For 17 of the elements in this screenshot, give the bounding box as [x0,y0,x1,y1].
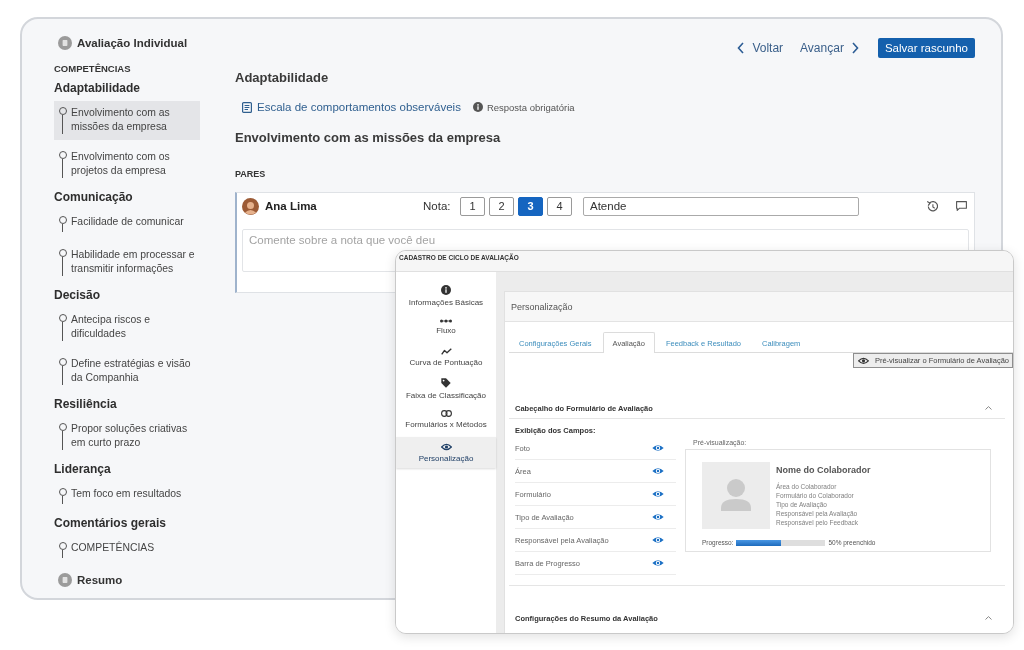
group-title: Comunicação [54,189,133,205]
grade-label: Nota: [423,200,452,212]
panel-title: Personalização [511,301,573,312]
person-name: Ana Lima [265,200,317,212]
group-title: Liderança [54,461,111,477]
competency-title: Adaptabilidade [235,69,329,87]
group-title: Comentários gerais [54,515,167,531]
section-heading: Resumo [77,574,123,586]
required-note: Resposta obrigatória [486,101,575,113]
collaborator-name: Nome do Colaborador [776,464,871,476]
section-label: COMPETÊNCIAS [54,63,131,75]
section-heading: Avaliação Individual [77,37,188,49]
group-title: Decisão [54,287,101,303]
section-label: PARES [235,168,266,180]
group-title: Resiliência [54,396,117,412]
question-title: Envolvimento com as missões da empresa [235,129,501,147]
group-title: Adaptabilidade [54,80,140,96]
